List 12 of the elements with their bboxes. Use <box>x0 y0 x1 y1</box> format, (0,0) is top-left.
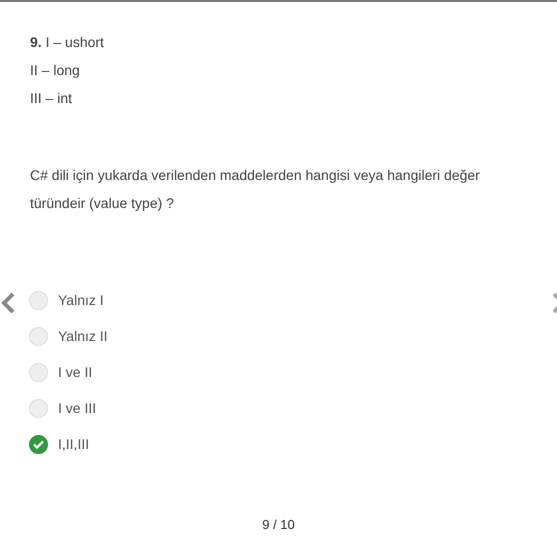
page-indicator: 9 / 10 <box>262 517 295 532</box>
next-button[interactable] <box>553 292 557 314</box>
chevron-right-icon <box>553 292 557 314</box>
answer-option[interactable]: Yalnız II <box>29 325 108 348</box>
answer-option[interactable]: I ve II <box>29 361 92 384</box>
answer-option[interactable]: I,II,III <box>29 433 90 456</box>
question-line: 9. I – ushort <box>30 33 105 52</box>
question-text: C# dili için yukarda verilenden maddelerden hangisi veya hangileri değer türündeir (value type) ? <box>29 166 481 213</box>
question-line: II – long <box>30 61 81 80</box>
answer-option[interactable]: Yalnız I <box>29 289 104 312</box>
answer-option[interactable]: I ve III <box>29 397 96 420</box>
question-line: III – int <box>30 89 74 108</box>
